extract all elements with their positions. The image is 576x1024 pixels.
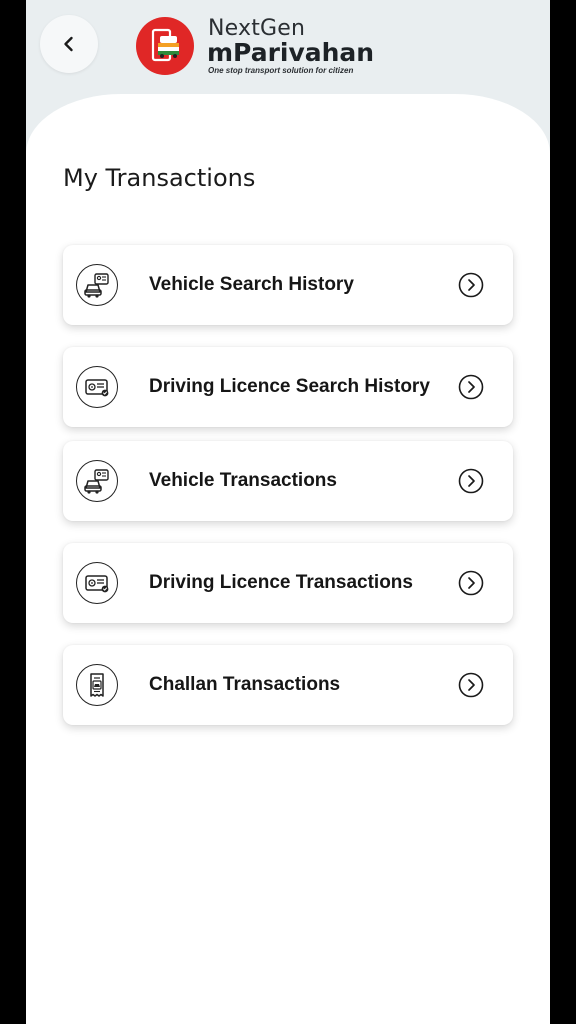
vehicle-rc-icon xyxy=(76,460,118,502)
vehicle-rc-icon xyxy=(76,264,118,306)
chevron-right-circle-icon xyxy=(458,374,484,400)
menu-item-vehicle-search-history[interactable]: Vehicle Search History xyxy=(63,245,513,325)
brand-mparivahan: mParivahan xyxy=(207,38,375,67)
brand-tagline: One stop transport solution for citizen xyxy=(208,66,354,75)
chevron-right-circle-icon xyxy=(458,672,484,698)
app-screen: NextGen mParivahan One stop transport so… xyxy=(26,0,550,1024)
menu-item-vehicle-transactions[interactable]: Vehicle Transactions xyxy=(63,441,513,521)
menu-item-label: Vehicle Transactions xyxy=(149,470,337,491)
chevron-left-icon xyxy=(64,36,73,52)
menu-item-challan-transactions[interactable]: Challan Transactions xyxy=(63,645,513,725)
menu-item-dl-transactions[interactable]: Driving Licence Transactions xyxy=(63,543,513,623)
driving-licence-icon xyxy=(76,562,118,604)
mparivahan-logo-icon xyxy=(136,17,194,75)
page-title: My Transactions xyxy=(63,164,256,192)
menu-item-label: Vehicle Search History xyxy=(149,274,354,295)
chevron-right-circle-icon xyxy=(458,272,484,298)
menu-item-label: Challan Transactions xyxy=(149,674,341,695)
back-button[interactable] xyxy=(40,15,98,73)
content-panel: My Transactions Vehicle Search History D… xyxy=(26,94,550,1024)
menu-item-label: Driving Licence Transactions xyxy=(149,572,413,593)
chevron-right-circle-icon xyxy=(458,570,484,596)
challan-receipt-icon xyxy=(76,664,118,706)
driving-licence-icon xyxy=(76,366,118,408)
menu-item-dl-search-history[interactable]: Driving Licence Search History xyxy=(63,347,513,427)
menu-item-label: Driving Licence Search History xyxy=(149,376,430,397)
chevron-right-circle-icon xyxy=(458,468,484,494)
